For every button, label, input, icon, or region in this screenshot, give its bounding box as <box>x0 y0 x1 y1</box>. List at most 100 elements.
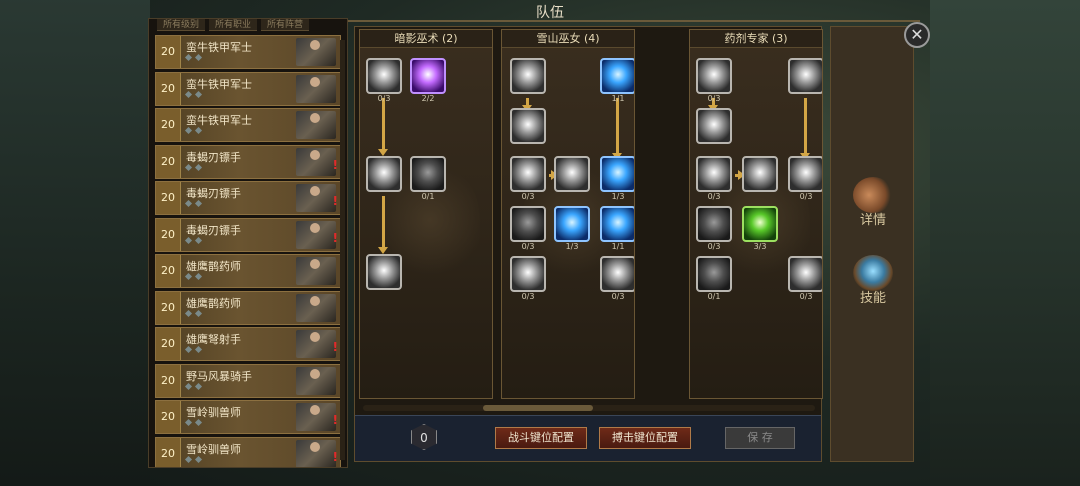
unit-name: 毒蝎刃镖手 <box>186 187 241 200</box>
snow-burst-icon[interactable] <box>554 156 590 192</box>
shadow-burst-icon[interactable]: 0/3 <box>366 58 402 103</box>
unit-rank-pips <box>184 236 203 244</box>
close-button[interactable]: ✕ <box>904 22 930 48</box>
unit-rank-pips <box>184 309 203 317</box>
skill-link-arrow <box>735 170 745 180</box>
elixir-star-icon[interactable] <box>742 156 778 192</box>
unit-portrait <box>296 330 336 358</box>
roster-filter-tabs: 所有级别 所有职业 所有阵营 <box>157 19 310 31</box>
shadow-dash-icon[interactable] <box>366 254 402 290</box>
alert-icon: ! <box>332 157 338 172</box>
shadow-hand-icon[interactable] <box>366 156 402 192</box>
frost-bolt-icon[interactable]: 1/1 <box>600 206 634 251</box>
ice-orb-icon[interactable]: 1/3 <box>554 206 590 251</box>
unit-row[interactable]: 20 雄鹰鹊药师 <box>155 254 341 288</box>
unit-row[interactable]: 20 雪岭驯兽师! <box>155 436 341 467</box>
unit-rank-pips <box>184 455 203 463</box>
skill-link-arrow <box>612 98 622 160</box>
crown-aura-icon[interactable] <box>788 58 822 94</box>
unit-portrait <box>296 184 336 212</box>
unit-row[interactable]: 20 蛮牛铁甲军士 <box>155 71 341 106</box>
unit-row[interactable]: 20 雄鹰弩射手! <box>155 327 341 361</box>
unit-level: 20 <box>156 291 181 324</box>
skill-tree-snow: 雪山巫女 (4) 1/1 0/3 1/3 0/3 1/3 1/1 0/3 0/3 <box>501 29 635 399</box>
potion-splash-icon[interactable] <box>696 108 732 144</box>
alert-icon: ! <box>332 413 338 427</box>
panel-footer: 0 战斗键位配置 搏击键位配置 保 存 <box>355 415 821 461</box>
unit-level: 20 <box>156 437 181 467</box>
unit-level: 20 <box>156 109 181 141</box>
elixir-burst-icon[interactable]: 0/3 <box>696 156 732 201</box>
ice-spikes-icon[interactable]: 0/3 <box>510 256 546 301</box>
alert-icon: ! <box>332 230 338 245</box>
frost-helm-icon[interactable] <box>510 58 546 94</box>
title-divider <box>345 20 920 22</box>
skill-rank-count: 0/3 <box>707 242 721 251</box>
unit-rank-pips <box>184 126 203 135</box>
unit-roster: 所有级别 所有职业 所有阵营 20 蛮牛铁甲军士 20 蛮牛铁甲军士 20 蛮牛铁甲军士 2… <box>148 18 348 468</box>
ice-shards-icon[interactable]: 0/3 <box>600 256 634 301</box>
golem-icon[interactable]: 0/1 <box>696 256 732 301</box>
void-sigil-icon[interactable]: 2/2 <box>410 58 446 103</box>
skill-rank-count: 1/3 <box>611 192 625 201</box>
unit-level: 20 <box>156 182 181 214</box>
unit-level: 20 <box>156 218 181 251</box>
leaf-icon[interactable]: 0/3 <box>696 206 732 251</box>
unit-row[interactable]: 20 野马风暴骑手 <box>155 363 341 398</box>
skill-rank-count: 1/3 <box>565 242 579 251</box>
ice-comet-icon[interactable]: 1/1 <box>600 58 634 103</box>
herb-burst-icon[interactable]: 0/3 <box>788 256 822 301</box>
unit-row[interactable]: 20 毒蝎刃镖手! <box>155 144 341 179</box>
tab-details[interactable]: 详情 <box>841 177 905 237</box>
unit-name: 雄鹰鹊药师 <box>186 296 241 310</box>
unit-row[interactable]: 20 蛮牛铁甲军士 <box>155 108 341 142</box>
skill-rank-count: 0/3 <box>521 192 535 201</box>
potion-flare-icon[interactable]: 0/3 <box>696 58 732 103</box>
skill-rank-count: 0/3 <box>799 292 813 301</box>
tab-skills[interactable]: 技能 <box>841 255 905 315</box>
skill-tree-shadow: 暗影巫术 (2) 0/3 2/2 0/1 <box>359 29 493 399</box>
unit-level: 20 <box>156 401 181 433</box>
frost-eye-icon[interactable]: 0/3 <box>510 156 546 201</box>
unit-name: 雪岭驯兽师 <box>186 442 241 456</box>
unit-rank-pips <box>184 382 203 390</box>
siege-keys-button[interactable]: 搏击键位配置 <box>599 427 691 449</box>
frost-shield-icon[interactable]: 0/3 <box>510 206 546 251</box>
unit-rank-pips <box>184 163 203 171</box>
unit-row[interactable]: 20 雪岭驯兽师! <box>155 400 341 434</box>
save-button[interactable]: 保 存 <box>725 427 795 449</box>
filter-tab-level[interactable]: 所有级别 <box>157 19 206 31</box>
window-title: 队伍 <box>536 5 564 21</box>
roster-scrollbar[interactable] <box>340 40 345 460</box>
world-background-right <box>930 0 1080 486</box>
ice-nova-icon[interactable]: 1/3 <box>600 156 634 201</box>
unit-level: 20 <box>156 72 181 105</box>
skill-rank-count: 0/3 <box>707 192 721 201</box>
unit-name: 蛮牛铁甲军士 <box>186 114 252 127</box>
spiral-icon[interactable]: 0/1 <box>410 156 446 201</box>
horizontal-scrollbar[interactable] <box>363 405 815 411</box>
unit-portrait <box>296 257 336 285</box>
filter-tab-faction[interactable]: 所有阵营 <box>261 19 310 31</box>
unit-row[interactable]: 20 雄鹰鹊药师 <box>155 290 341 325</box>
skill-tree-title: 药剂专家 (3) <box>690 30 822 48</box>
scroll-thumb[interactable] <box>483 405 593 411</box>
unit-portrait <box>296 220 336 249</box>
skill-book-icon <box>853 255 893 291</box>
poison-blade-icon[interactable]: 3/3 <box>742 206 778 251</box>
world-background-left <box>0 0 150 486</box>
unit-row[interactable]: 20 蛮牛铁甲军士 <box>155 35 341 69</box>
unit-row[interactable]: 20 毒蝎刃镖手! <box>155 217 341 252</box>
tab-skills-label: 技能 <box>859 291 886 306</box>
unit-name: 雪岭驯兽师 <box>186 406 241 419</box>
unit-rank-pips <box>184 418 203 427</box>
elixir-flash-icon[interactable]: 0/3 <box>788 156 822 201</box>
unit-rank-pips <box>184 53 203 62</box>
skill-rank-count: 1/1 <box>611 242 625 251</box>
filter-tab-class[interactable]: 所有职业 <box>209 19 258 31</box>
wind-ring-icon[interactable] <box>510 108 546 144</box>
unit-row[interactable]: 20 毒蝎刃镖手! <box>155 181 341 215</box>
combat-keys-button[interactable]: 战斗键位配置 <box>495 427 587 449</box>
unit-portrait <box>296 38 336 66</box>
unit-level: 20 <box>156 145 181 178</box>
